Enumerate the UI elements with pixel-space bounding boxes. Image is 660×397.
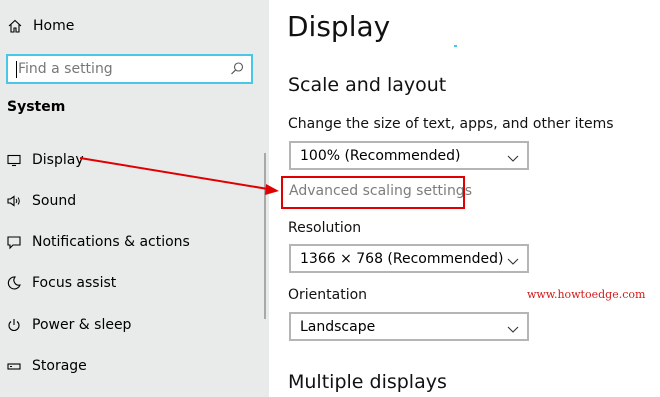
sidebar-item-storage[interactable]: Storage [6, 355, 87, 377]
orientation-dropdown-value: Landscape [300, 318, 376, 335]
storage-icon [6, 358, 22, 374]
orientation-dropdown[interactable]: Landscape [289, 312, 529, 341]
sidebar-item-notifications[interactable]: Notifications & actions [6, 231, 190, 253]
text-caret [16, 61, 17, 78]
sidebar-item-label: Display [32, 152, 84, 168]
sidebar-scrollbar[interactable] [264, 153, 266, 319]
sidebar-item-sound[interactable]: Sound [6, 190, 76, 212]
annotation-highlight-box [281, 176, 465, 209]
sidebar-item-label: Power & sleep [32, 317, 132, 333]
sidebar-item-display[interactable]: Display [6, 149, 84, 171]
resolution-dropdown[interactable]: 1366 × 768 (Recommended) [289, 244, 529, 273]
search-box[interactable] [6, 54, 253, 84]
resolution-dropdown-value: 1366 × 768 (Recommended) [300, 250, 504, 267]
resolution-label: Resolution [288, 220, 362, 236]
multiple-displays-heading: Multiple displays [288, 371, 447, 393]
sidebar-item-label: Notifications & actions [32, 234, 190, 250]
sidebar-item-label: Sound [32, 193, 77, 209]
home-label: Home [33, 18, 75, 34]
chevron-down-icon [507, 151, 519, 162]
sidebar-item-focus-assist[interactable]: Focus assist [6, 272, 116, 294]
scale-dropdown[interactable]: 100% (Recommended) [289, 141, 529, 170]
sidebar: Home System Display Sound Notifications … [0, 0, 269, 397]
sidebar-item-label: Focus assist [32, 275, 117, 291]
section-label-system: System [7, 99, 66, 115]
chevron-down-icon [507, 254, 519, 265]
orientation-label: Orientation [288, 287, 368, 303]
scale-layout-heading: Scale and layout [288, 74, 447, 96]
moon-icon [6, 275, 22, 291]
sidebar-item-power-sleep[interactable]: Power & sleep [6, 314, 131, 336]
monitor-icon [6, 152, 22, 168]
search-icon[interactable] [229, 61, 245, 77]
page-title: Display [287, 10, 391, 43]
sidebar-item-label: Storage [32, 358, 87, 374]
home-nav-item[interactable]: Home [7, 14, 74, 38]
notification-icon [6, 234, 22, 250]
home-icon [7, 18, 23, 34]
chevron-down-icon [507, 322, 519, 333]
scale-label: Change the size of text, apps, and other… [288, 116, 614, 132]
watermark-text: www.howtoedge.com [527, 288, 646, 301]
scale-dropdown-value: 100% (Recommended) [300, 147, 461, 164]
search-input[interactable] [18, 59, 218, 79]
accent-mark [454, 45, 457, 47]
speaker-icon [6, 193, 22, 209]
power-icon [6, 317, 22, 333]
